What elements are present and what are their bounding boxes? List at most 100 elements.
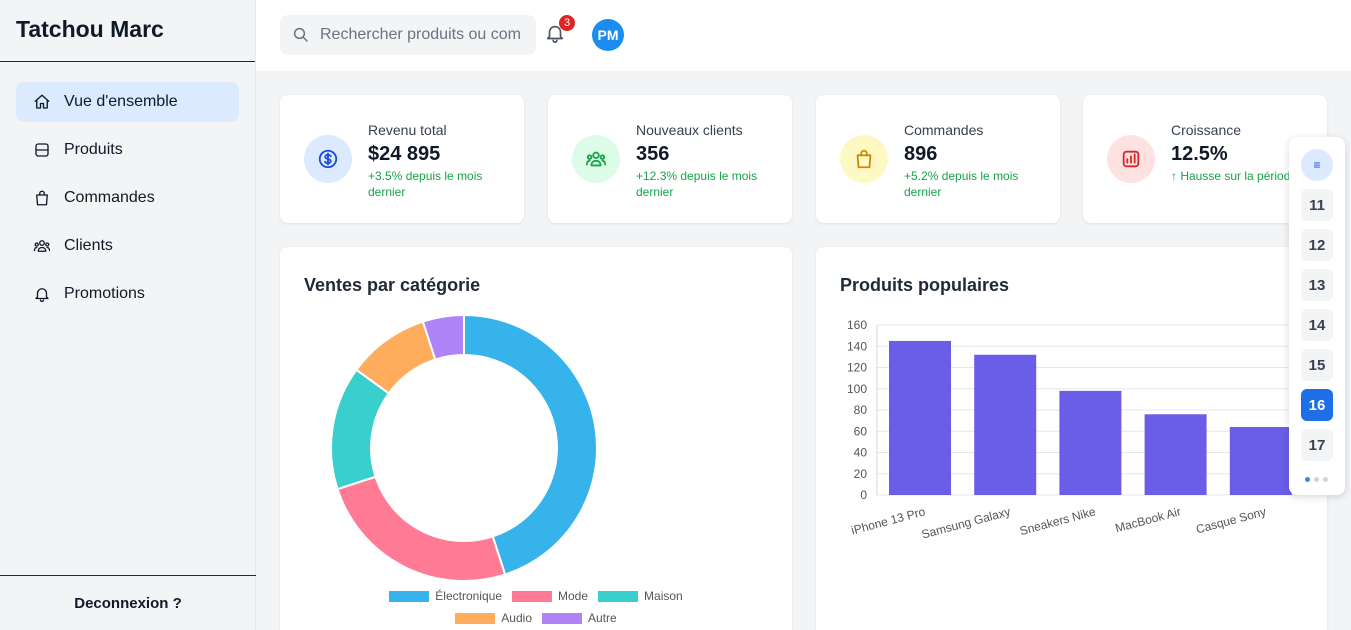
y-tick-label: 160 — [847, 318, 867, 332]
search-icon — [293, 27, 308, 42]
notifications-button[interactable]: 3 — [544, 15, 575, 46]
y-tick-label: 120 — [847, 361, 867, 375]
page-button-13[interactable]: 13 — [1301, 269, 1333, 301]
shopping-bag-icon — [32, 188, 52, 208]
legend-item[interactable]: Maison — [598, 589, 683, 603]
legend-swatch — [512, 590, 552, 602]
legend-item[interactable]: Audio — [455, 611, 532, 625]
stat-note: +5.2% depuis le mois dernier — [904, 169, 1019, 199]
sidebar-item-label: Promotions — [64, 285, 145, 302]
avatar[interactable]: PM — [592, 19, 624, 51]
y-tick-label: 20 — [854, 467, 868, 481]
topbar: 3 PM — [256, 0, 1351, 71]
notification-badge: 3 — [559, 15, 575, 31]
stat-note: +12.3% depuis le mois dernier — [636, 169, 758, 199]
stat-label: Commandes — [904, 122, 984, 138]
stat-label: Nouveaux clients — [636, 122, 743, 138]
stat-note: ↑ Hausse sur la période — [1171, 169, 1289, 183]
sidebar: Tatchou Marc Vue d'ensemble Produits Com… — [0, 0, 256, 630]
sales-by-category-panel: Ventes par catégorie Électronique Mode Mai… — [280, 247, 792, 630]
legend-swatch — [598, 590, 639, 602]
stat-label: Revenu total — [368, 122, 447, 138]
legend-item[interactable]: Mode — [512, 589, 588, 603]
donut-slice-Mode[interactable] — [336, 475, 507, 582]
sidebar-item-label: Vue d'ensemble — [64, 93, 178, 110]
stat-value: 896 — [904, 143, 938, 165]
page-selector: ≡ 11 12 13 14 15 16 17 — [1289, 137, 1345, 495]
stat-note: +3.5% depuis le mois dernier — [368, 169, 483, 199]
legend-label: Audio — [501, 611, 532, 625]
bar-chart-icon — [1122, 150, 1140, 168]
legend-label: Mode — [558, 589, 589, 603]
x-tick-label: Samsung Galaxy — [920, 504, 1012, 541]
users-icon — [585, 151, 607, 167]
box-icon — [32, 140, 52, 160]
sidebar-item-clients[interactable]: Clients — [16, 226, 239, 266]
stat-icon-circle — [572, 135, 620, 183]
brand-title: Tatchou Marc — [0, 0, 255, 62]
search-input[interactable] — [320, 26, 530, 44]
donut-slice-Électronique[interactable] — [463, 313, 598, 576]
legend-swatch — [455, 612, 496, 624]
bar-Casque Sony[interactable] — [1229, 427, 1292, 495]
legend-item[interactable]: Autre — [542, 611, 617, 625]
pager-dot[interactable] — [1323, 477, 1328, 482]
stat-value: 12.5% — [1171, 143, 1228, 165]
page-button-15[interactable]: 15 — [1301, 349, 1333, 381]
stat-value: $24 895 — [368, 143, 441, 165]
page-button-16[interactable]: 16 — [1301, 389, 1333, 421]
bar-chart: 0 20 40 60 80 100 120 140 160 iPhone 13 ProSamsun… — [847, 318, 1296, 542]
panel-title: Ventes par catégorie — [304, 275, 481, 295]
donut-chart — [330, 313, 598, 582]
y-tick-label: 80 — [854, 403, 868, 417]
sidebar-item-promotions[interactable]: Promotions — [16, 274, 239, 314]
stat-icon-circle — [840, 135, 888, 183]
y-tick-label: 60 — [854, 424, 868, 438]
x-tick-label: Casque Sony — [1194, 504, 1267, 536]
sidebar-item-products[interactable]: Produits — [16, 130, 239, 170]
bar-MacBook Air[interactable] — [1144, 414, 1207, 495]
legend-swatch — [542, 612, 582, 624]
chart-legend: Audio Autre — [280, 611, 792, 625]
bell-icon — [32, 284, 52, 304]
x-tick-label: MacBook Air — [1114, 504, 1183, 535]
sidebar-item-overview[interactable]: Vue d'ensemble — [16, 82, 239, 122]
logout-button[interactable]: Deconnexion ? — [0, 575, 256, 630]
legend-label: Autre — [588, 611, 617, 625]
search-box[interactable] — [280, 15, 536, 55]
users-icon — [32, 236, 52, 256]
bar-iPhone 13 Pro[interactable] — [889, 340, 951, 495]
legend-swatch — [389, 590, 430, 602]
sidebar-nav: Vue d'ensemble Produits Commandes Client… — [0, 62, 255, 314]
legend-label: Maison — [644, 589, 683, 603]
dollar-icon — [318, 149, 338, 169]
page-button-14[interactable]: 14 — [1301, 309, 1333, 341]
bar-Sneakers Nike[interactable] — [1059, 390, 1122, 495]
sidebar-item-orders[interactable]: Commandes — [16, 178, 239, 218]
stat-card-revenue: Revenu total $24 895 +3.5% depuis le moi… — [280, 95, 524, 223]
page-button-11[interactable]: 11 — [1301, 189, 1333, 221]
bar-Samsung Galaxy[interactable] — [974, 354, 1037, 495]
stat-icon-circle — [304, 135, 352, 183]
y-tick-label: 0 — [860, 488, 867, 502]
x-tick-label: iPhone 13 Pro — [850, 504, 927, 537]
stat-value: 356 — [636, 143, 670, 165]
pager-dot[interactable] — [1305, 477, 1310, 482]
shopping-bag-icon — [856, 149, 872, 169]
x-tick-label: Sneakers Nike — [1018, 504, 1097, 538]
stat-icon-circle — [1107, 135, 1155, 183]
page-button-17[interactable]: 17 — [1301, 429, 1333, 461]
legend-label: Électronique — [435, 589, 502, 603]
sidebar-item-label: Produits — [64, 141, 123, 158]
menu-icon[interactable]: ≡ — [1301, 149, 1333, 181]
stat-label: Croissance — [1171, 122, 1242, 138]
page-button-12[interactable]: 12 — [1301, 229, 1333, 261]
sidebar-item-label: Commandes — [64, 189, 155, 206]
pager-dot[interactable] — [1314, 477, 1319, 482]
pager-dots — [1305, 477, 1328, 482]
stat-card-orders: Commandes 896 +5.2% depuis le mois derni… — [816, 95, 1060, 223]
chart-legend: Électronique Mode Maison — [280, 589, 792, 603]
popular-products-panel: Produits populaires 0 20 40 60 80 100 120 140 16… — [816, 247, 1327, 630]
panel-title: Produits populaires — [840, 275, 1010, 295]
legend-item[interactable]: Électronique — [389, 589, 502, 603]
